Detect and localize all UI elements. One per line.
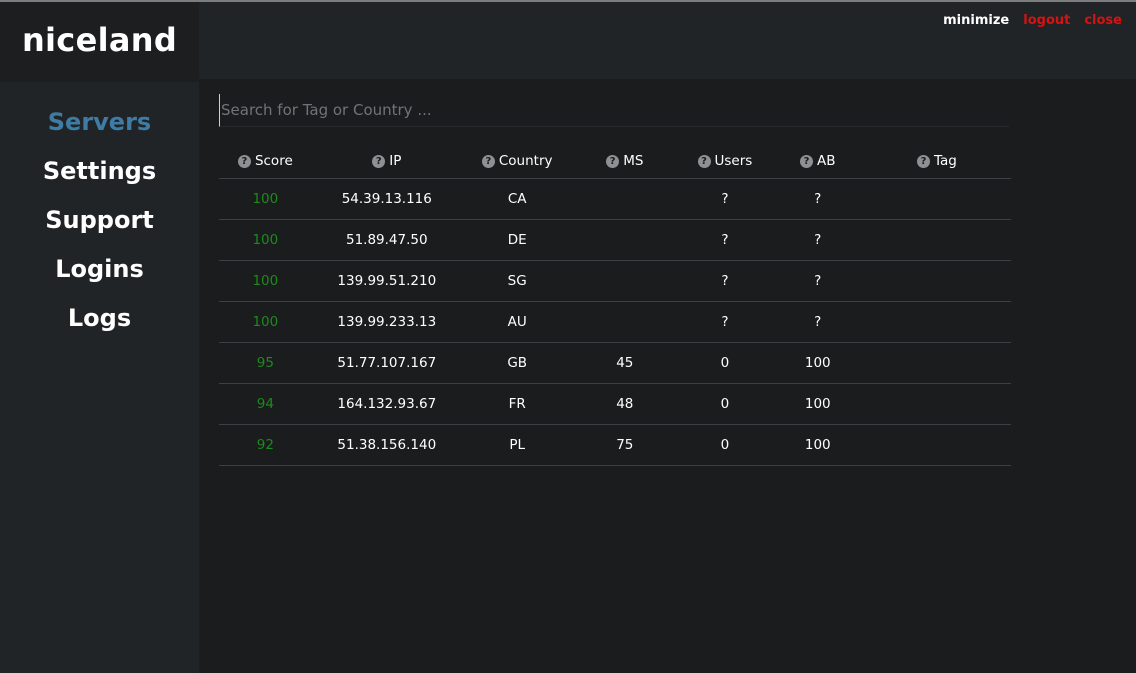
- cell-users: 0: [677, 342, 773, 384]
- cell-ab: 100: [772, 342, 863, 384]
- table-row[interactable]: 100 51.89.47.50 DE ? ?: [219, 219, 1011, 261]
- cell-score: 100: [219, 219, 312, 261]
- cell-ip: 139.99.51.210: [311, 260, 462, 302]
- cell-ab: 100: [772, 383, 863, 425]
- column-header-score[interactable]: ? Score: [219, 144, 312, 179]
- cell-country: FR: [461, 383, 573, 425]
- cell-ms: 48: [572, 383, 678, 425]
- cell-score: 100: [219, 260, 312, 302]
- column-header-country[interactable]: ? Country: [461, 144, 573, 179]
- column-header-users[interactable]: ? Users: [677, 144, 773, 179]
- title-bar[interactable]: minimize logout close: [199, 2, 1136, 79]
- cell-ms: [572, 178, 678, 220]
- cell-tag: [862, 301, 1011, 343]
- cell-ms: [572, 260, 678, 302]
- window-controls: minimize logout close: [943, 13, 1122, 28]
- cell-country: GB: [461, 342, 573, 384]
- help-icon[interactable]: ?: [606, 155, 620, 168]
- help-icon[interactable]: ?: [697, 155, 711, 168]
- table-row[interactable]: 100 139.99.233.13 AU ? ?: [219, 301, 1011, 343]
- close-button[interactable]: close: [1084, 13, 1122, 28]
- sidebar-item-support[interactable]: Support: [0, 202, 199, 251]
- cell-ip: 51.38.156.140: [311, 424, 462, 466]
- help-icon[interactable]: ?: [916, 155, 930, 168]
- cell-ip: 51.89.47.50: [311, 219, 462, 261]
- cell-ms: [572, 301, 678, 343]
- column-header-ab[interactable]: ? AB: [772, 144, 863, 179]
- cell-ab: ?: [772, 219, 863, 261]
- help-icon[interactable]: ?: [372, 155, 386, 168]
- cell-ab: ?: [772, 301, 863, 343]
- cell-ms: [572, 219, 678, 261]
- help-icon[interactable]: ?: [800, 155, 814, 168]
- main-content: ?Score ?IP ?Country ?MS ?Users ?AB ?Tag …: [219, 94, 1011, 466]
- search-input[interactable]: [219, 94, 1009, 127]
- cell-score: 92: [219, 424, 312, 466]
- sidebar-item-logs[interactable]: Logs: [0, 300, 199, 349]
- minimize-button[interactable]: minimize: [943, 13, 1009, 28]
- table-row[interactable]: 92 51.38.156.140 PL 75 0 100: [219, 424, 1011, 466]
- cell-users: ?: [677, 178, 773, 220]
- cell-tag: [862, 178, 1011, 220]
- cell-tag: [862, 424, 1011, 466]
- cell-users: 0: [677, 383, 773, 425]
- cell-score: 95: [219, 342, 312, 384]
- sidebar: Servers Settings Support Logins Logs: [0, 82, 199, 673]
- help-icon[interactable]: ?: [237, 155, 251, 168]
- help-icon[interactable]: ?: [481, 155, 495, 168]
- table-row[interactable]: 95 51.77.107.167 GB 45 0 100: [219, 342, 1011, 384]
- table-row[interactable]: 100 139.99.51.210 SG ? ?: [219, 260, 1011, 302]
- column-header-ip[interactable]: ? IP: [311, 144, 462, 179]
- cell-score: 100: [219, 178, 312, 220]
- cell-country: DE: [461, 219, 573, 261]
- cell-tag: [862, 260, 1011, 302]
- cell-country: CA: [461, 178, 573, 220]
- server-table: ? Score ? IP ? Country ? MS ? Users ? AB ? Tag …: [219, 144, 1011, 466]
- cell-ip: 139.99.233.13: [311, 301, 462, 343]
- cell-score: 100: [219, 301, 312, 343]
- cell-ip: 164.132.93.67: [311, 383, 462, 425]
- logo-area: niceland: [0, 2, 199, 82]
- cell-users: ?: [677, 301, 773, 343]
- table-header-row: ? Score ? IP ? Country ? MS ? Users ? AB ? Tag: [219, 144, 1011, 179]
- cell-tag: [862, 342, 1011, 384]
- cell-ms: 45: [572, 342, 678, 384]
- table-row[interactable]: 100 54.39.13.116 CA ? ?: [219, 178, 1011, 220]
- column-header-ms[interactable]: ? MS: [572, 144, 678, 179]
- cell-users: ?: [677, 260, 773, 302]
- app-logo: niceland: [21, 21, 178, 59]
- sidebar-item-settings[interactable]: Settings: [0, 153, 199, 202]
- cell-ip: 54.39.13.116: [311, 178, 462, 220]
- cell-ab: ?: [772, 178, 863, 220]
- cell-ab: 100: [772, 424, 863, 466]
- cell-ip: 51.77.107.167: [311, 342, 462, 384]
- cell-tag: [862, 219, 1011, 261]
- column-header-tag[interactable]: ? Tag: [862, 144, 1011, 179]
- sidebar-nav: Servers Settings Support Logins Logs: [0, 104, 199, 349]
- app-window: niceland minimize logout close Servers S…: [0, 0, 1136, 673]
- cell-country: PL: [461, 424, 573, 466]
- cell-score: 94: [219, 383, 312, 425]
- cell-country: SG: [461, 260, 573, 302]
- table-row[interactable]: 94 164.132.93.67 FR 48 0 100: [219, 383, 1011, 425]
- sidebar-item-logins[interactable]: Logins: [0, 251, 199, 300]
- cell-users: 0: [677, 424, 773, 466]
- cell-ab: ?: [772, 260, 863, 302]
- cell-tag: [862, 383, 1011, 425]
- logout-button[interactable]: logout: [1023, 13, 1070, 28]
- sidebar-item-servers[interactable]: Servers: [0, 104, 199, 153]
- cell-country: AU: [461, 301, 573, 343]
- cell-users: ?: [677, 219, 773, 261]
- cell-ms: 75: [572, 424, 678, 466]
